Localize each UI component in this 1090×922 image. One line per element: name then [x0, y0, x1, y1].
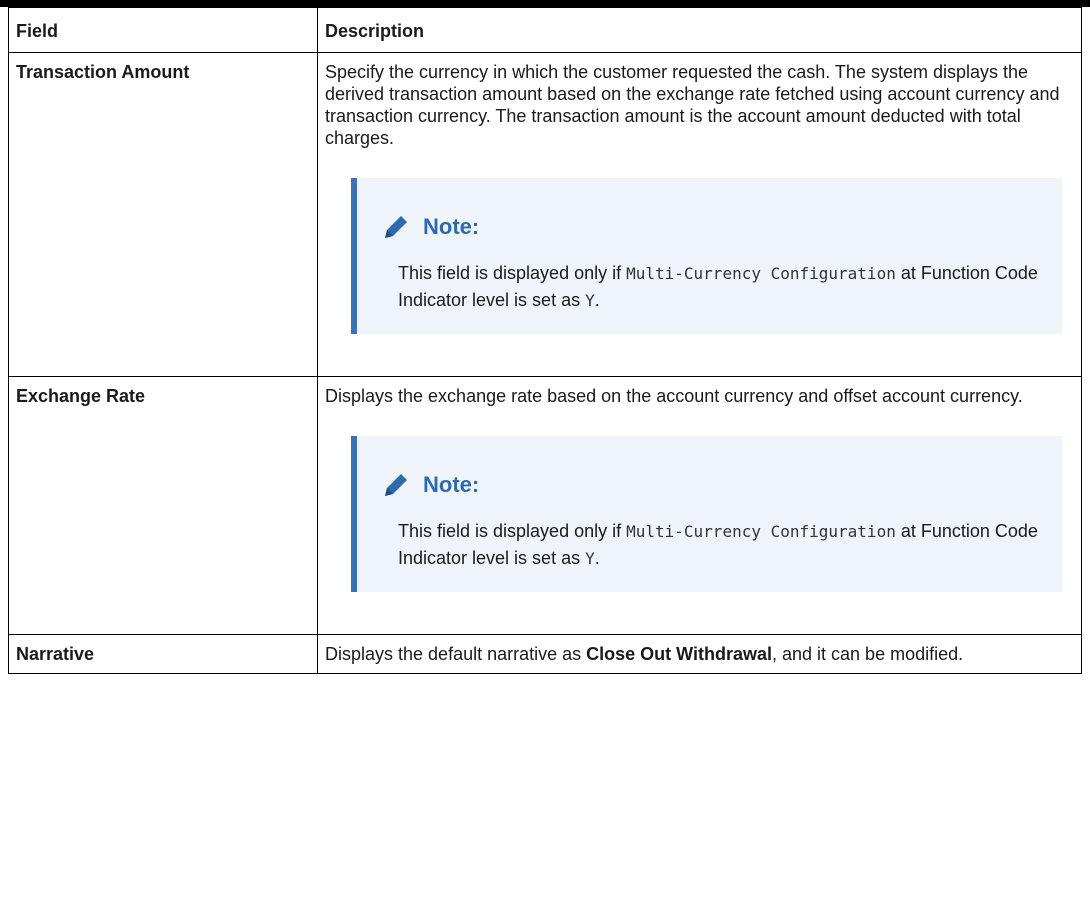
- pencil-icon: [377, 468, 413, 502]
- description-bold: Close Out Withdrawal: [586, 644, 772, 664]
- description-text-part: Displays the default narrative as: [325, 644, 587, 664]
- note-body: This field is displayed only if Multi-Cu…: [398, 518, 1042, 572]
- note-code: Multi-Currency Configuration: [626, 264, 896, 283]
- description-text-part: , and it can be modified.: [772, 644, 964, 664]
- note-code: Multi-Currency Configuration: [626, 522, 896, 541]
- field-name-transaction-amount: Transaction Amount: [8, 52, 318, 377]
- note-text: This field is displayed only if: [398, 263, 627, 283]
- description-cell: Specify the currency in which the custom…: [317, 52, 1082, 377]
- table-row: Exchange Rate Displays the exchange rate…: [8, 376, 1082, 635]
- table-row: Narrative Displays the default narrative…: [8, 634, 1082, 674]
- header-field: Field: [8, 7, 318, 53]
- note-text: This field is displayed only if: [398, 521, 627, 541]
- description-text: Specify the currency in which the custom…: [325, 62, 1060, 148]
- note-text: .: [594, 548, 600, 568]
- note-body: This field is displayed only if Multi-Cu…: [398, 260, 1042, 314]
- table-header-row: Field Description: [8, 7, 1082, 53]
- header-description: Description: [317, 7, 1082, 53]
- note-box: Note: This field is displayed only if Mu…: [351, 178, 1062, 334]
- description-text: Displays the default narrative as Close …: [325, 643, 1075, 665]
- note-title: Note:: [423, 214, 480, 239]
- table-row: Transaction Amount Specify the currency …: [8, 52, 1082, 377]
- top-rule: [0, 0, 1090, 7]
- pencil-icon: [377, 210, 413, 244]
- description-text: Displays the exchange rate based on the …: [325, 386, 1023, 406]
- field-name-exchange-rate: Exchange Rate: [8, 376, 318, 635]
- note-code: Y: [585, 549, 595, 568]
- field-description-table: Field Description Transaction Amount Spe…: [8, 7, 1082, 674]
- note-text: .: [594, 290, 600, 310]
- note-title: Note:: [423, 472, 480, 497]
- field-name-narrative: Narrative: [8, 634, 318, 674]
- description-cell: Displays the exchange rate based on the …: [317, 376, 1082, 635]
- note-code: Y: [585, 291, 595, 310]
- note-box: Note: This field is displayed only if Mu…: [351, 436, 1062, 592]
- description-cell: Displays the default narrative as Close …: [317, 634, 1082, 674]
